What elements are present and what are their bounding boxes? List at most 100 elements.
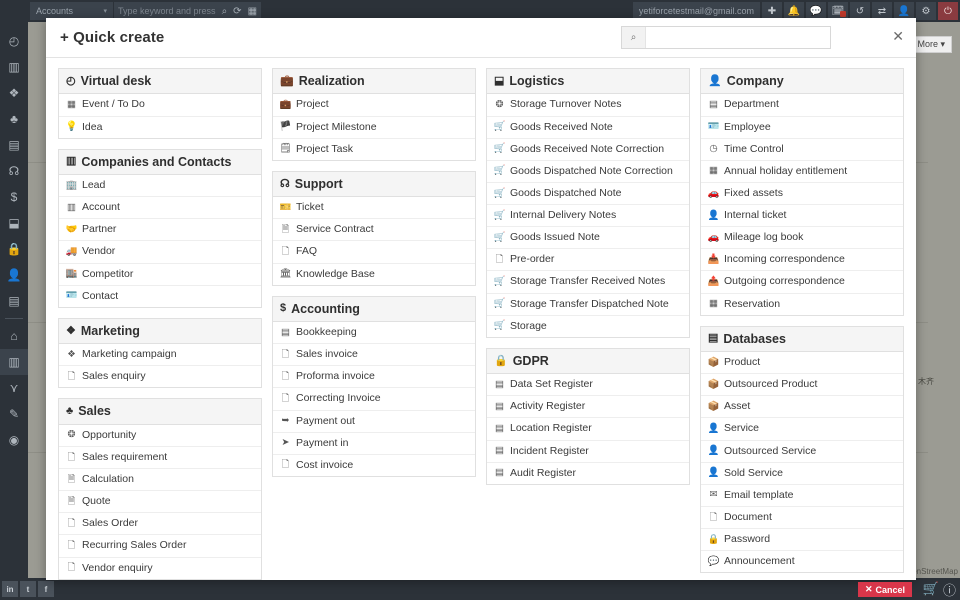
sidebar-item-marketing[interactable]: ❖	[0, 80, 28, 106]
list-item[interactable]: ❂ Opportunity	[59, 425, 261, 447]
sidebar-item-gdpr[interactable]: 🔒	[0, 236, 28, 262]
list-item[interactable]: 🔒 Password	[701, 529, 903, 552]
list-item[interactable]: 🗋 Proforma invoice	[273, 366, 475, 389]
search-icon[interactable]: ⌕	[222, 6, 228, 17]
twitter-icon[interactable]: t	[20, 581, 36, 597]
sidebar-item-support[interactable]: ☊	[0, 158, 28, 184]
cart-icon[interactable]: 🛒	[923, 581, 939, 597]
list-item[interactable]: ◷ Time Control	[701, 139, 903, 161]
logout-power-button[interactable]: ⏻	[938, 2, 958, 20]
list-item[interactable]: 🏬 Competitor	[59, 264, 261, 286]
list-item[interactable]: 🗎 Calculation	[59, 469, 261, 492]
more-button[interactable]: More ▾	[910, 36, 952, 53]
list-item[interactable]: 📤 Outgoing correspondence	[701, 271, 903, 294]
sidebar-item-filter[interactable]: ⋎	[0, 375, 28, 401]
list-item[interactable]: 🛒 Storage	[487, 316, 689, 337]
list-item[interactable]: 🗋 Pre-order	[487, 249, 689, 272]
refresh-icon[interactable]: ⟳	[233, 6, 241, 17]
list-item[interactable]: 🗋 Vendor enquiry	[59, 558, 261, 579]
list-item[interactable]: ▦ Reservation	[701, 294, 903, 315]
sidebar-item-databases[interactable]: ▤	[0, 288, 28, 314]
list-item[interactable]: 👤 Outsourced Service	[701, 441, 903, 463]
modal-search[interactable]: ⌕	[621, 26, 831, 49]
list-item[interactable]: 🛒 Internal Delivery Notes	[487, 205, 689, 228]
list-item[interactable]: 🏢 Lead	[59, 175, 261, 198]
list-item[interactable]: 🗒 Project Task	[273, 139, 475, 160]
list-item[interactable]: ▤ Location Register	[487, 418, 689, 441]
info-icon[interactable]: ⓘ	[943, 580, 956, 599]
close-icon[interactable]: ✕	[892, 29, 904, 43]
list-item[interactable]: 🪪 Employee	[701, 117, 903, 139]
list-item[interactable]: ▤ Incident Register	[487, 441, 689, 463]
list-item[interactable]: 🎫 Ticket	[273, 197, 475, 220]
list-item[interactable]: ▥ Account	[59, 197, 261, 220]
list-item[interactable]: 🗋 Correcting Invoice	[273, 388, 475, 411]
list-item[interactable]: 📦 Asset	[701, 396, 903, 419]
list-item[interactable]: 🛒 Goods Received Note Correction	[487, 139, 689, 161]
list-item[interactable]: ▤ Department	[701, 94, 903, 117]
list-item[interactable]: 🛒 Goods Issued Note	[487, 227, 689, 250]
list-item[interactable]: 🗋 Sales invoice	[273, 344, 475, 367]
list-item[interactable]: 📦 Outsourced Product	[701, 374, 903, 397]
list-item[interactable]: 🗋 Recurring Sales Order	[59, 535, 261, 558]
list-item[interactable]: 🛒 Storage Transfer Dispatched Note	[487, 294, 689, 316]
list-item[interactable]: ▤ Data Set Register	[487, 374, 689, 397]
list-item[interactable]: ➤ Payment in	[273, 433, 475, 455]
list-item[interactable]: 🗋 FAQ	[273, 241, 475, 264]
list-item[interactable]: ❖ Marketing campaign	[59, 344, 261, 367]
linkedin-icon[interactable]: in	[2, 581, 18, 597]
list-item[interactable]: 🗋 Document	[701, 507, 903, 529]
list-item[interactable]: 🤝 Partner	[59, 219, 261, 242]
list-item[interactable]: 🗋 Cost invoice	[273, 455, 475, 476]
list-item[interactable]: 🗋 Sales enquiry	[59, 366, 261, 387]
facebook-icon[interactable]: f	[38, 581, 54, 597]
list-item[interactable]: 🗎 Service Contract	[273, 219, 475, 242]
list-item[interactable]: 🗎 Quote	[59, 491, 261, 514]
list-item[interactable]: ▤ Audit Register	[487, 463, 689, 484]
list-item[interactable]: 👤 Service	[701, 418, 903, 441]
list-item[interactable]: ▤ Bookkeeping	[273, 322, 475, 345]
list-item[interactable]: 💼 Project	[273, 94, 475, 117]
list-item[interactable]: 👤 Sold Service	[701, 463, 903, 485]
list-item[interactable]: 🪪 Contact	[59, 286, 261, 307]
sidebar-item-dashboard[interactable]: ◴	[0, 28, 28, 54]
list-item[interactable]: 🏴 Project Milestone	[273, 117, 475, 139]
list-item[interactable]: 📥 Incoming correspondence	[701, 249, 903, 272]
list-item[interactable]: 🛒 Goods Received Note	[487, 117, 689, 139]
modal-column-3: ⬓ Logistics ❂ Storage Turnover Notes 🛒 Goods …	[486, 68, 690, 485]
list-item[interactable]: 👤 Internal ticket	[701, 205, 903, 228]
sidebar-item-accounting[interactable]: $	[0, 184, 28, 210]
search-input[interactable]	[646, 27, 830, 48]
sidebar-item-logistics[interactable]: ⬓	[0, 210, 28, 236]
sidebar-item-tickets[interactable]: ✎	[0, 401, 28, 427]
list-item[interactable]: 💡 Idea	[59, 117, 261, 138]
list-item[interactable]: ❂ Storage Turnover Notes	[487, 94, 689, 117]
list-item[interactable]: 🛒 Goods Dispatched Note Correction	[487, 161, 689, 183]
sidebar-item-sales[interactable]: ♣	[0, 106, 28, 132]
sidebar-item-home[interactable]: ⌂	[0, 323, 28, 349]
cancel-button[interactable]: ✕ Cancel	[857, 582, 912, 597]
list-item[interactable]: ▤ Activity Register	[487, 396, 689, 419]
list-item[interactable]: 💬 Announcement	[701, 551, 903, 572]
sidebar-item-accounts[interactable]: ▥	[0, 349, 28, 375]
sidebar-item-realization[interactable]: ▤	[0, 132, 28, 158]
sidebar-item-companies[interactable]: ▥	[0, 54, 28, 80]
list-item[interactable]: 🏛 Knowledge Base	[273, 264, 475, 285]
list-item[interactable]: 🛒 Goods Dispatched Note	[487, 183, 689, 205]
list-item[interactable]: ✉ Email template	[701, 485, 903, 507]
sidebar-item-profile[interactable]: ◉	[0, 427, 28, 453]
grid-icon[interactable]: ▦	[248, 6, 257, 17]
list-item[interactable]: 🗋 Sales requirement	[59, 447, 261, 469]
settings-gear-button[interactable]: ⚙	[916, 2, 936, 20]
list-item-label: Sales invoice	[296, 348, 358, 361]
list-item[interactable]: 🚗 Mileage log book	[701, 227, 903, 250]
list-item[interactable]: 📦 Product	[701, 352, 903, 375]
list-item[interactable]: 🚚 Vendor	[59, 241, 261, 264]
list-item[interactable]: ▦ Event / To Do	[59, 94, 261, 117]
list-item[interactable]: 🛒 Storage Transfer Received Notes	[487, 271, 689, 294]
list-item[interactable]: 🗋 Sales Order	[59, 513, 261, 536]
sidebar-item-company[interactable]: 👤	[0, 262, 28, 288]
list-item[interactable]: ➥ Payment out	[273, 411, 475, 433]
list-item[interactable]: 🚗 Fixed assets	[701, 183, 903, 205]
list-item[interactable]: ▦ Annual holiday entitlement	[701, 161, 903, 183]
